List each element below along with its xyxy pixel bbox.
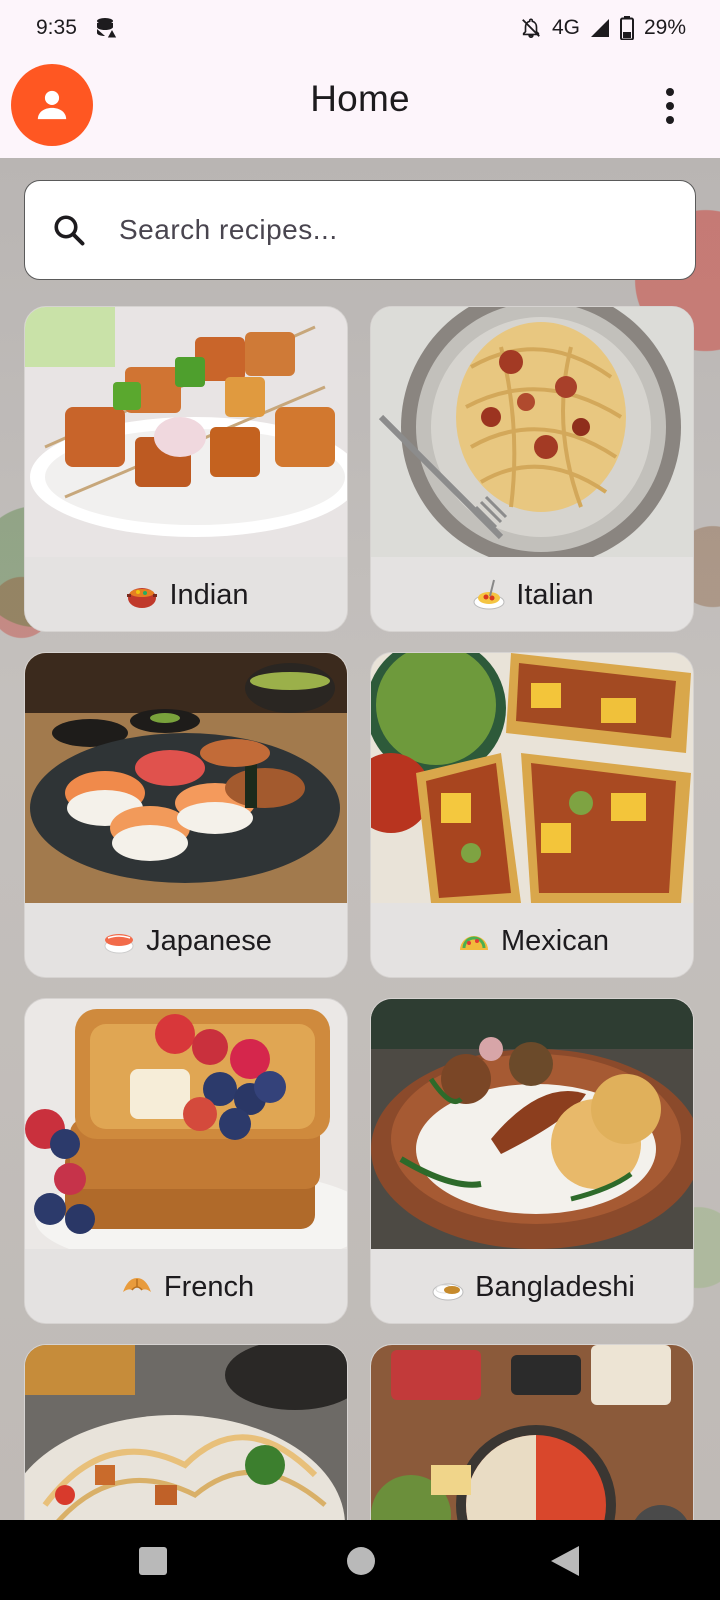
cuisine-name: Japanese [146, 924, 272, 957]
cuisine-name: Indian [169, 578, 249, 611]
status-time: 9:35 [36, 16, 77, 39]
cuisine-label-bar: Indian [25, 557, 347, 631]
battery-percent: 29% [643, 16, 686, 39]
app-bar: Home [0, 56, 720, 158]
system-nav-bar [0, 1520, 720, 1600]
mexican-dish-image [371, 653, 693, 903]
cuisine-label-bar: French [25, 1249, 347, 1323]
network-type: 4G [551, 16, 580, 39]
curry-pot-icon [127, 588, 158, 608]
italian-dish-image [371, 307, 693, 557]
page-title: Home [310, 78, 410, 119]
cuisine-card-italian[interactable]: Italian [370, 306, 694, 632]
cuisine-name: Mexican [501, 924, 609, 957]
cuisine-label-bar: Mexican [371, 903, 693, 977]
cuisine-name: French [163, 1270, 255, 1303]
search-bar[interactable] [24, 180, 696, 280]
battery-icon [619, 16, 634, 40]
hot-pot-image [371, 1345, 693, 1520]
search-input[interactable] [119, 214, 639, 246]
search-icon [54, 215, 85, 246]
home-content[interactable]: Indian [0, 158, 720, 1520]
french-dish-image [25, 999, 347, 1249]
cuisine-card-indian[interactable]: Indian [24, 306, 348, 632]
croissant-icon [122, 1278, 151, 1292]
taco-icon [460, 936, 488, 950]
cuisine-name: Bangladeshi [475, 1270, 635, 1303]
curry-rice-icon [432, 1283, 464, 1301]
cuisine-label-bar: Italian [371, 557, 693, 631]
cuisine-name: Italian [516, 578, 594, 611]
cuisine-card-japanese[interactable]: Japanese [24, 652, 348, 978]
status-bar: 9:35 4G 29% [0, 0, 720, 56]
noodle-salad-image [25, 1345, 347, 1520]
home-button[interactable] [347, 1547, 375, 1575]
cuisine-card[interactable] [370, 1344, 694, 1520]
data-saver-icon [95, 16, 119, 40]
notifications-off-icon [520, 17, 542, 39]
cuisine-card-mexican[interactable]: Mexican [370, 652, 694, 978]
cuisine-label-bar: Japanese [25, 903, 347, 977]
cuisine-card-bangladeshi[interactable]: Bangladeshi [370, 998, 694, 1324]
bangladeshi-dish-image [371, 999, 693, 1249]
cuisine-label-bar: Bangladeshi [371, 1249, 693, 1323]
cuisine-card-french[interactable]: French [24, 998, 348, 1324]
back-button[interactable] [551, 1546, 579, 1576]
spaghetti-icon [473, 579, 505, 610]
japanese-dish-image [25, 653, 347, 903]
signal-icon [590, 18, 610, 38]
indian-dish-image [25, 307, 347, 557]
sushi-icon [104, 934, 134, 954]
more-vert-icon [666, 88, 674, 96]
cuisine-card[interactable] [24, 1344, 348, 1520]
more-options-button[interactable] [658, 86, 682, 126]
recents-button[interactable] [139, 1547, 167, 1575]
